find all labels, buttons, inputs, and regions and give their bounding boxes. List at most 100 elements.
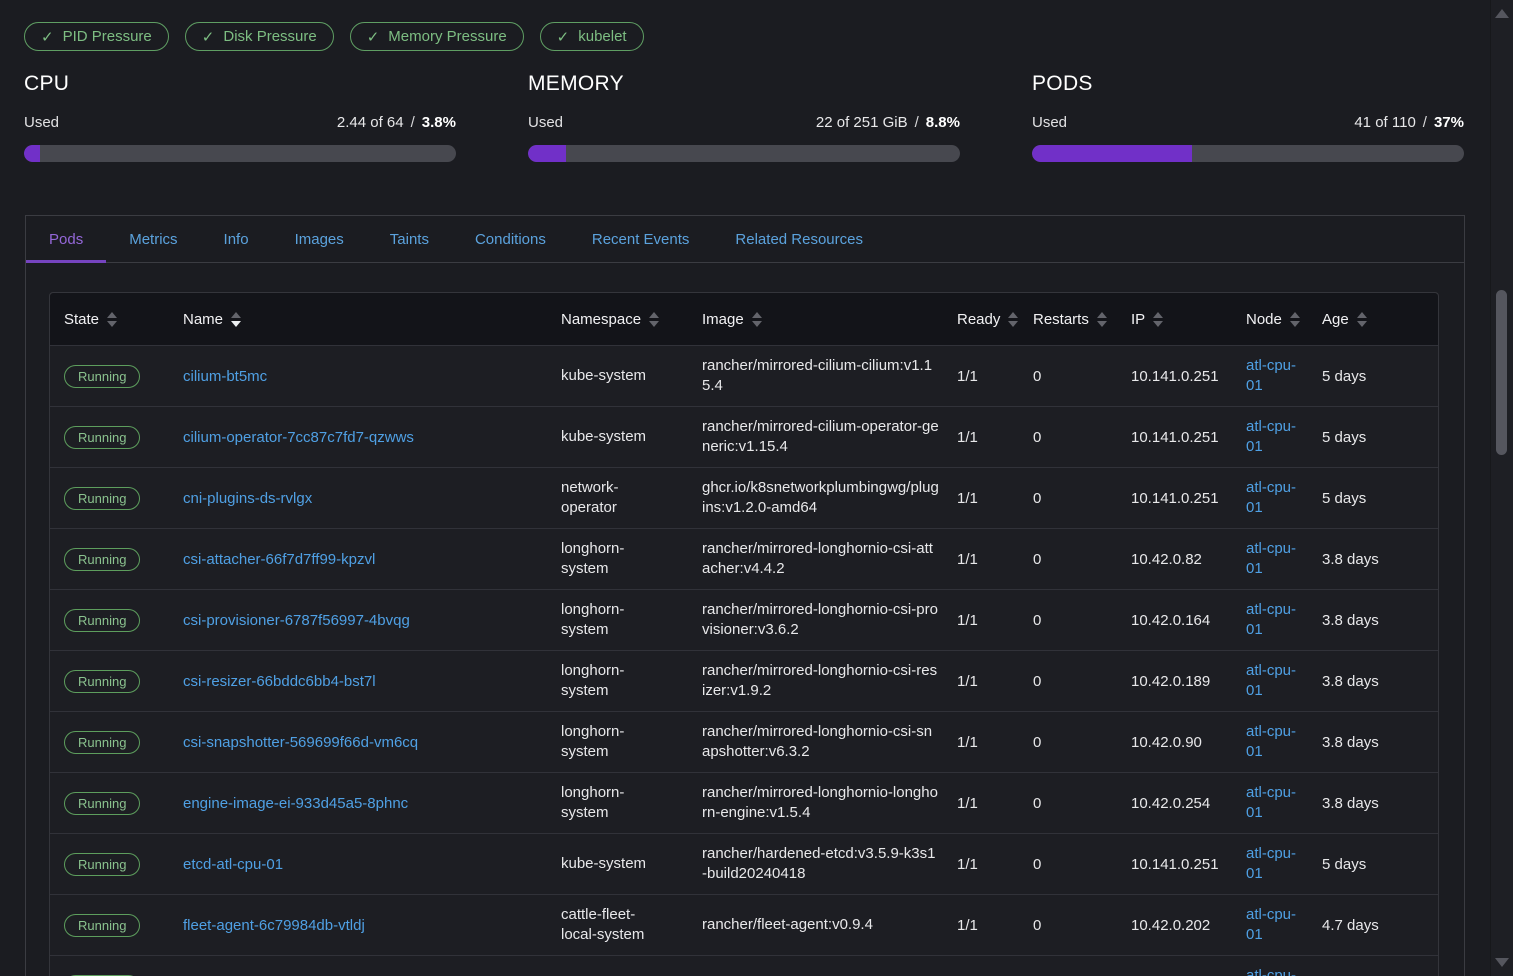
column-header[interactable]: Namespace <box>561 311 702 328</box>
pod-row: Running fleet-agent-6c79984db-vtldj catt… <box>50 894 1438 955</box>
pod-name-link[interactable]: fleet-agent-6c79984db-vtldj <box>183 917 365 934</box>
pod-ready-cell: 1/1 <box>957 734 1033 751</box>
pod-ip: 10.42.0.254 <box>1131 795 1210 812</box>
pod-name-link[interactable]: csi-resizer-66bddc6bb4-bst7l <box>183 673 376 690</box>
tab-item[interactable]: Images <box>272 216 367 262</box>
column-header[interactable]: Restarts <box>1033 311 1131 328</box>
pod-namespace-cell: kube-system <box>561 366 702 386</box>
tab-label: Info <box>224 231 249 248</box>
sort-desc-icon <box>752 321 762 327</box>
pod-name-link[interactable]: csi-attacher-66f7d7ff99-kpzvl <box>183 551 375 568</box>
pod-node-link[interactable]: atl-cpu-01 <box>1246 478 1308 518</box>
sort-desc-icon <box>1153 321 1163 327</box>
sort-carets-icon <box>1097 312 1107 327</box>
vertical-scrollbar[interactable] <box>1490 0 1513 976</box>
column-header[interactable]: Node <box>1246 311 1322 328</box>
tab-item[interactable]: Recent Events <box>569 216 713 262</box>
sort-asc-icon <box>1008 312 1018 318</box>
sort-desc-icon <box>1290 321 1300 327</box>
pod-ip: 10.42.0.189 <box>1131 673 1210 690</box>
pod-image-cell: rancher/mirrored-longhornio-longhorn-eng… <box>702 783 957 823</box>
pod-namespace: cattle-fleet-local-system <box>561 905 657 945</box>
pods-progress-bar <box>1032 145 1464 162</box>
pod-restarts: 0 <box>1033 368 1041 385</box>
scrollbar-thumb[interactable] <box>1496 290 1507 455</box>
tab-label: Pods <box>49 231 83 248</box>
pod-namespace: kube-system <box>561 854 646 874</box>
pod-ready-cell: 1/1 <box>957 551 1033 568</box>
pod-node-link[interactable]: atl-cpu-01 <box>1246 905 1308 945</box>
pod-ip: 10.42.0.82 <box>1131 551 1202 568</box>
tab-item[interactable]: Info <box>201 216 272 262</box>
pod-name-link[interactable]: cni-plugins-ds-rvlgx <box>183 490 312 507</box>
pod-name-cell: cilium-bt5mc <box>183 368 561 385</box>
pod-ready-cell: 1/1 <box>957 673 1033 690</box>
pod-ready-cell: 1/1 <box>957 612 1033 629</box>
column-header[interactable]: Image <box>702 311 957 328</box>
pod-name-link[interactable]: etcd-atl-cpu-01 <box>183 856 283 873</box>
column-header[interactable]: State <box>64 311 183 328</box>
pod-state-cell: Running <box>64 426 183 449</box>
pod-state-cell: Running <box>64 548 183 571</box>
pod-name-link[interactable]: cilium-bt5mc <box>183 368 267 385</box>
pod-restarts: 0 <box>1033 795 1041 812</box>
gauge-percent: 8.8% <box>926 114 960 131</box>
tab-item[interactable]: Metrics <box>106 216 200 262</box>
pod-name-link[interactable]: cilium-operator-7cc87c7fd7-qzwws <box>183 429 414 446</box>
pod-node-link[interactable]: atl-cpu-01 <box>1246 417 1308 457</box>
column-header[interactable]: IP <box>1131 311 1246 328</box>
pod-image-cell: rancher/mirrored-longhornio-csi-attacher… <box>702 539 957 579</box>
pod-node-cell: atl-cpu-01 <box>1246 844 1322 884</box>
sort-asc-icon <box>1153 312 1163 318</box>
pod-name-link[interactable]: csi-snapshotter-569699f66d-vm6cq <box>183 734 418 751</box>
pod-ip: 10.42.0.90 <box>1131 734 1202 751</box>
pod-namespace: network-operator <box>561 478 657 518</box>
pod-image: rancher/fleet-agent:v0.9.4 <box>702 915 873 935</box>
pod-row: Running cilium-bt5mc kube-system rancher… <box>50 345 1438 406</box>
pods-table: State Name Namespace Image Ready Restart… <box>49 292 1439 976</box>
sort-asc-icon <box>752 312 762 318</box>
pod-node-link[interactable]: atl-cpu-01 <box>1246 722 1308 762</box>
detail-tab-panel: Pods Metrics Info Images Taints Conditio… <box>25 215 1465 976</box>
pod-namespace-cell: longhorn-system <box>561 600 702 640</box>
column-header[interactable]: Age <box>1322 311 1424 328</box>
pod-state-cell: Running <box>64 792 183 815</box>
pod-node-link[interactable]: atl-cpu-01 <box>1246 966 1308 976</box>
pod-age: 4.7 days <box>1322 917 1379 934</box>
pod-restarts: 0 <box>1033 490 1041 507</box>
tab-item[interactable]: Pods <box>26 216 106 262</box>
pod-node-link[interactable]: atl-cpu-01 <box>1246 783 1308 823</box>
sort-carets-icon <box>1008 312 1018 327</box>
column-header[interactable]: Ready <box>957 311 1033 328</box>
pod-node-link[interactable]: atl-cpu-01 <box>1246 539 1308 579</box>
pod-node-link[interactable]: atl-cpu-01 <box>1246 356 1308 396</box>
pod-node-link[interactable]: atl-cpu-01 <box>1246 844 1308 884</box>
check-icon: ✓ <box>367 28 380 46</box>
pod-state-cell: Running <box>64 853 183 876</box>
sort-carets-icon <box>649 312 659 327</box>
column-header-label: Node <box>1246 311 1282 328</box>
pod-state-badge: Running <box>64 731 140 754</box>
column-header[interactable]: Name <box>183 311 561 328</box>
tab-item[interactable]: Conditions <box>452 216 569 262</box>
gauge-slash: / <box>1423 114 1427 131</box>
tab-item[interactable]: Taints <box>367 216 452 262</box>
sort-carets-icon <box>1290 312 1300 327</box>
pod-name-link[interactable]: engine-image-ei-933d45a5-8phnc <box>183 795 408 812</box>
pod-node-cell: atl-cpu-01 <box>1246 478 1322 518</box>
pod-node-link[interactable]: atl-cpu-01 <box>1246 600 1308 640</box>
scroll-up-icon[interactable] <box>1495 9 1509 18</box>
scroll-down-icon[interactable] <box>1495 958 1509 967</box>
pod-name-link[interactable]: csi-provisioner-6787f56997-4bvqg <box>183 612 410 629</box>
pod-row: Running csi-provisioner-6787f56997-4bvqg… <box>50 589 1438 650</box>
pod-row: Running cilium-operator-7cc87c7fd7-qzwws… <box>50 406 1438 467</box>
pod-name-cell: csi-resizer-66bddc6bb4-bst7l <box>183 673 561 690</box>
pod-namespace: longhorn-system <box>561 783 657 823</box>
tab-item[interactable]: Related Resources <box>712 216 886 262</box>
gauge-amount: 2.44 of 64 <box>337 114 404 131</box>
pod-node-link[interactable]: atl-cpu-01 <box>1246 661 1308 701</box>
resource-gauges: CPU Used 2.44 of 64/3.8% MEMORY Used 22 … <box>24 72 1464 162</box>
pod-restarts: 0 <box>1033 612 1041 629</box>
pods-table-body: Running cilium-bt5mc kube-system rancher… <box>50 345 1438 976</box>
cpu-gauge: CPU Used 2.44 of 64/3.8% <box>24 72 456 162</box>
